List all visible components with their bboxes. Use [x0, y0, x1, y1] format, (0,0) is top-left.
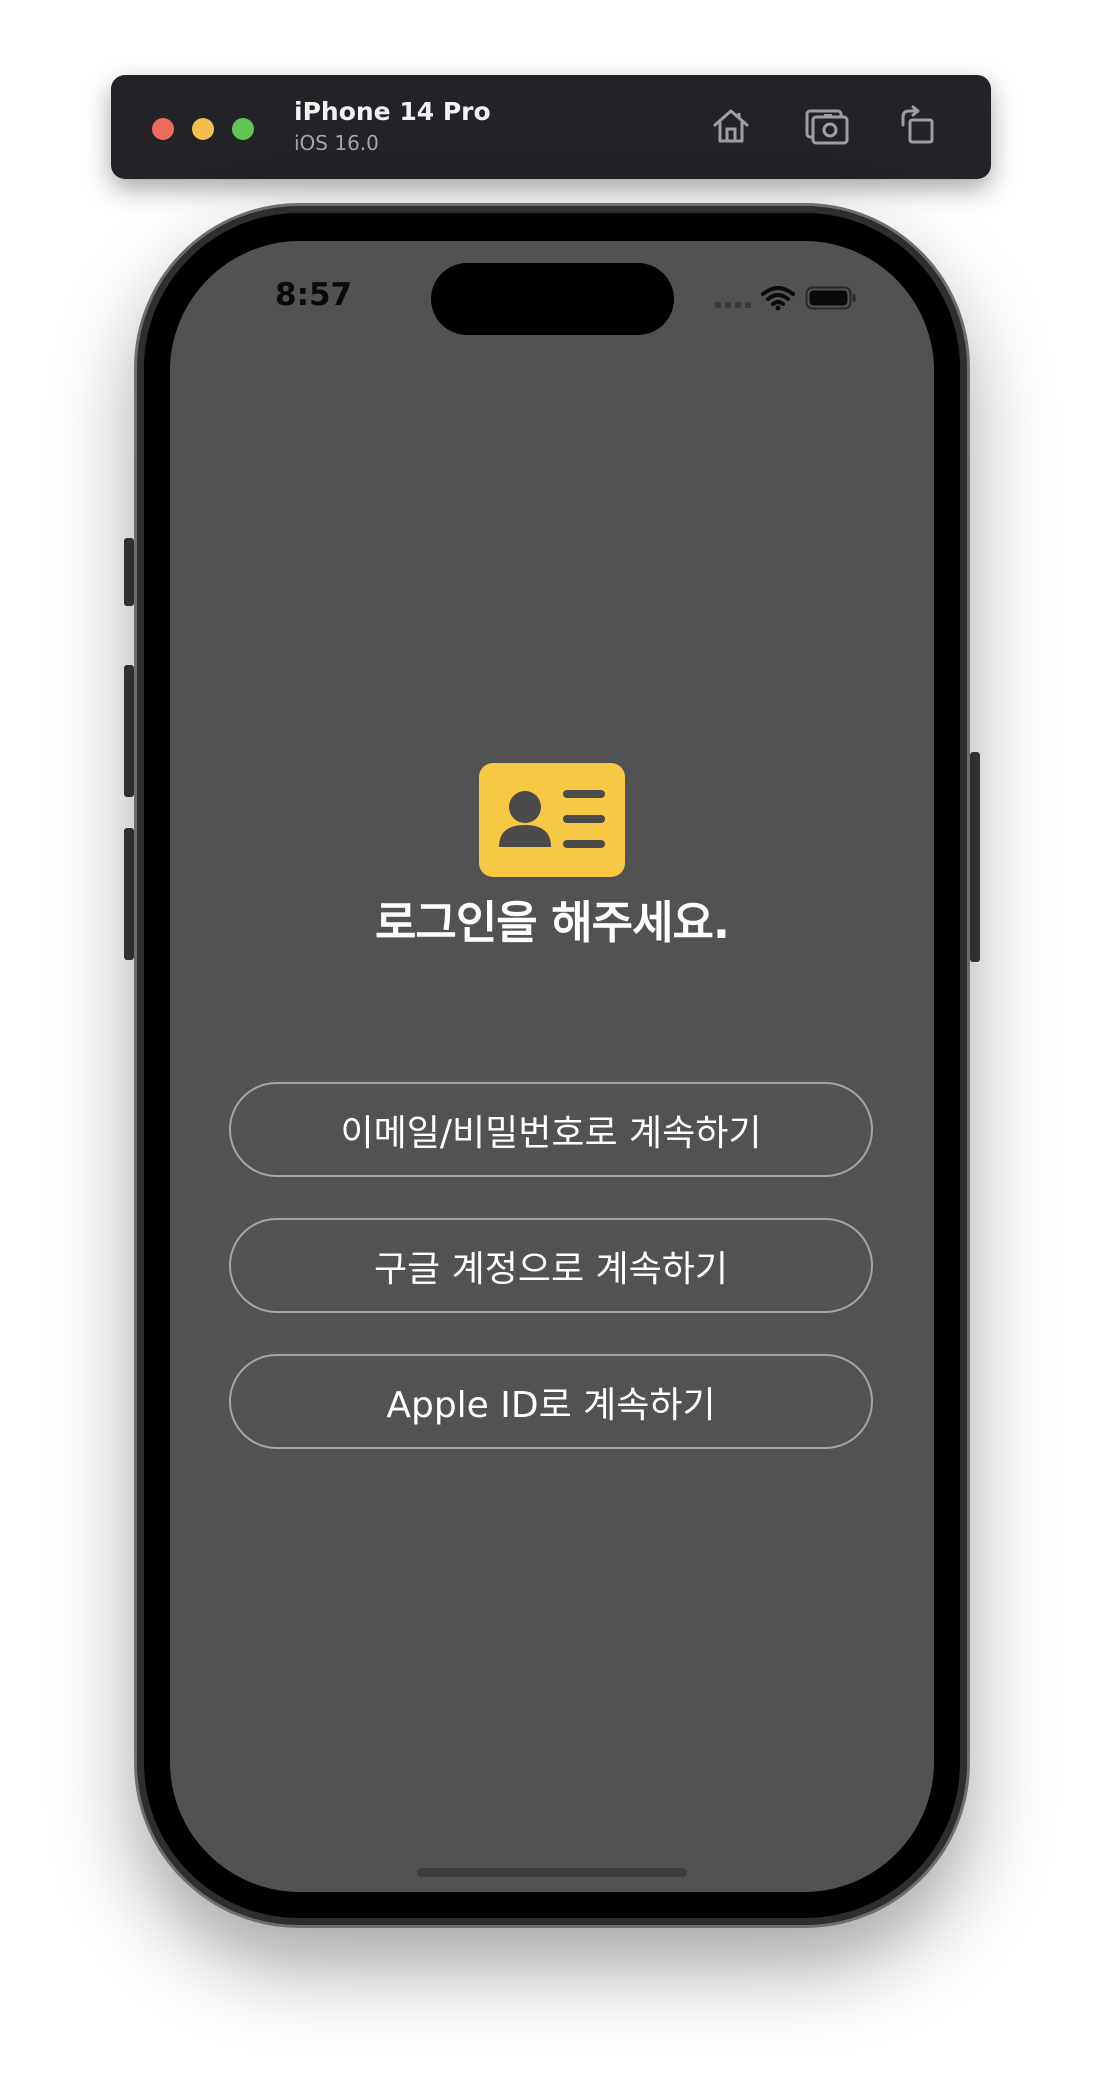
device-name: iPhone 14 Pro: [294, 97, 491, 126]
power-button: [970, 752, 980, 962]
apple-login-label: Apple ID로 계속하기: [386, 1384, 716, 1426]
email-login-label: 이메일/비밀번호로 계속하기: [340, 1112, 762, 1154]
rotate-button[interactable]: [894, 102, 942, 150]
screenshot-icon: [805, 109, 849, 145]
minimize-window-button[interactable]: [192, 118, 214, 140]
apple-login-button[interactable]: Apple ID로 계속하기: [229, 1354, 873, 1449]
volume-up-button: [124, 665, 134, 797]
contact-card-icon: [479, 763, 625, 877]
cellular-signal-icon: [715, 288, 751, 308]
home-icon: [713, 109, 749, 143]
phone-screen: 8:57 로그인을 해주세요. 이메일/비밀번호로 계속하기 구글 계정으로 계…: [170, 241, 934, 1892]
home-indicator[interactable]: [417, 1868, 687, 1877]
rotate-icon: [901, 105, 934, 144]
status-time: 8:57: [275, 277, 353, 313]
close-window-button[interactable]: [152, 118, 174, 140]
volume-down-button: [124, 828, 134, 960]
dynamic-island: [431, 263, 674, 335]
screenshot-button[interactable]: [803, 102, 851, 150]
status-icons: [715, 283, 857, 313]
os-version: iOS 16.0: [294, 131, 379, 155]
simulator-toolbar: iPhone 14 Pro iOS 16.0: [111, 75, 991, 179]
silent-switch: [124, 538, 134, 606]
google-login-button[interactable]: 구글 계정으로 계속하기: [229, 1218, 873, 1313]
home-button[interactable]: [707, 102, 755, 150]
zoom-window-button[interactable]: [232, 118, 254, 140]
battery-icon: [805, 286, 856, 310]
wifi-icon: [761, 286, 795, 311]
page-title: 로그인을 해주세요.: [375, 896, 730, 949]
email-login-button[interactable]: 이메일/비밀번호로 계속하기: [229, 1082, 873, 1177]
google-login-label: 구글 계정으로 계속하기: [373, 1248, 729, 1290]
